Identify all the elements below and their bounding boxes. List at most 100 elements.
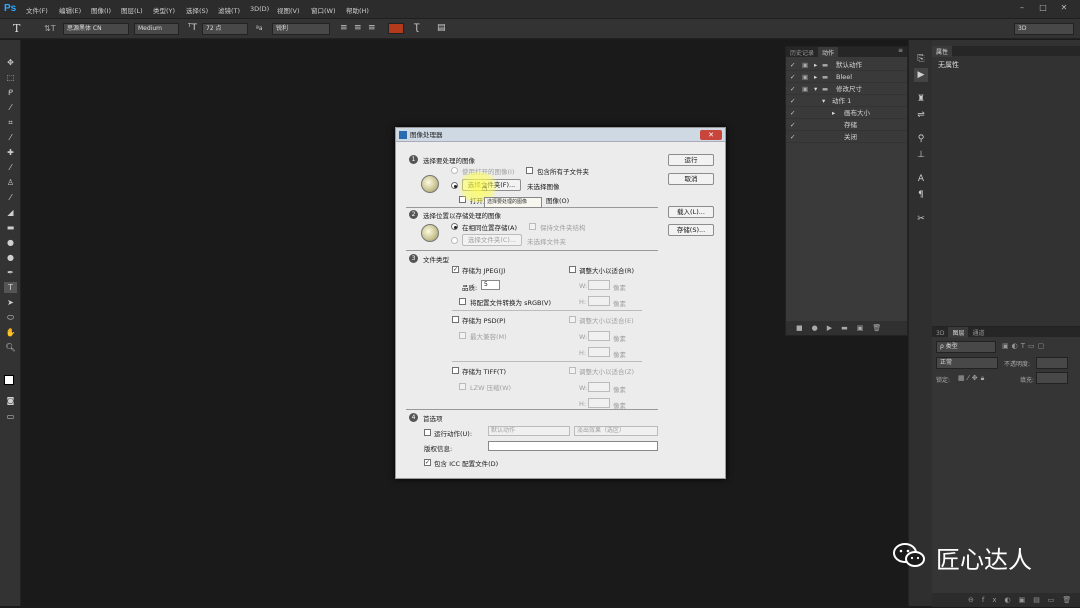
menu-3d[interactable]: 3D(D) bbox=[250, 5, 269, 13]
menu-select[interactable]: 选择(S) bbox=[186, 5, 208, 15]
type-tool-icon-active[interactable]: T bbox=[4, 282, 17, 293]
select-save-folder-button[interactable]: 选择文件夹(C)... bbox=[462, 234, 522, 246]
menu-window[interactable]: 窗口(W) bbox=[311, 5, 336, 15]
panel-menu-icon[interactable]: ≡ bbox=[898, 47, 907, 54]
crop-tool-icon[interactable]: ⌗ bbox=[4, 117, 17, 128]
tab-channels[interactable]: 通道 bbox=[968, 327, 988, 338]
gradient-tool-icon[interactable]: ▬ bbox=[4, 222, 17, 233]
select-save-folder-radio[interactable] bbox=[451, 237, 458, 244]
srgb-checkbox[interactable] bbox=[459, 298, 466, 305]
tiff-width-input[interactable] bbox=[588, 382, 610, 392]
marquee-tool-icon[interactable]: ⬚ bbox=[4, 72, 17, 83]
menu-edit[interactable]: 编辑(E) bbox=[59, 5, 81, 15]
fill-input[interactable] bbox=[1036, 372, 1068, 384]
properties-panel-icon[interactable]: ⇌ bbox=[914, 108, 928, 122]
resize-psd-checkbox[interactable] bbox=[569, 316, 576, 323]
load-button[interactable]: 载入(L)... bbox=[668, 206, 714, 218]
tab-3d[interactable]: 3D bbox=[932, 329, 948, 338]
minimize-icon[interactable]: – bbox=[1016, 3, 1028, 14]
dialog-close-button[interactable]: ✕ bbox=[700, 130, 722, 140]
action-row[interactable]: ✓ 关闭 bbox=[786, 131, 907, 143]
dodge-tool-icon[interactable]: ● bbox=[4, 252, 17, 263]
keep-structure-checkbox[interactable] bbox=[529, 223, 536, 230]
foreground-color-swatch[interactable] bbox=[4, 375, 14, 385]
menu-file[interactable]: 文件(F) bbox=[26, 5, 48, 15]
layer-filter-icons[interactable]: ▣◐T▭▢ bbox=[1002, 342, 1047, 350]
panels-icon[interactable]: ▤ bbox=[437, 23, 446, 33]
paragraph-panel-icon[interactable]: ¶ bbox=[914, 188, 928, 202]
eraser-tool-icon[interactable]: ◢ bbox=[4, 207, 17, 218]
max-compat-checkbox[interactable] bbox=[459, 332, 466, 339]
antialias-select[interactable]: 锐利 bbox=[272, 23, 330, 35]
action-row[interactable]: ✓ ▾ 动作 1 bbox=[786, 95, 907, 107]
actions-panel-icon[interactable]: ▶ bbox=[914, 68, 928, 82]
tool-presets-icon[interactable]: ✂ bbox=[914, 212, 928, 226]
tiff-height-input[interactable] bbox=[588, 398, 610, 408]
cancel-button[interactable]: 取消 bbox=[668, 173, 714, 185]
brush-tool-icon[interactable]: ⁄ bbox=[4, 162, 17, 173]
menu-type[interactable]: 类型(Y) bbox=[153, 5, 175, 15]
hand-tool-icon[interactable]: ✋ bbox=[4, 327, 17, 338]
font-style-select[interactable]: Medium bbox=[134, 23, 179, 35]
run-button[interactable]: 运行 bbox=[668, 154, 714, 166]
include-subfolders-checkbox[interactable] bbox=[526, 167, 533, 174]
zoom-tool-icon[interactable]: 🔍︎ bbox=[4, 342, 17, 353]
quick-select-tool-icon[interactable]: ⁄ bbox=[4, 102, 17, 113]
menu-filter[interactable]: 滤镜(T) bbox=[218, 5, 240, 15]
action-set-select[interactable]: 默认动作 bbox=[488, 426, 570, 436]
workspace-select[interactable]: 3D bbox=[1014, 23, 1074, 35]
history-brush-tool-icon[interactable]: ⁄ bbox=[4, 192, 17, 203]
resize-tiff-checkbox[interactable] bbox=[569, 367, 576, 374]
align-center-icon[interactable]: ≡ bbox=[354, 23, 362, 33]
brush-panel-icon[interactable]: ⚲ bbox=[914, 132, 928, 146]
lasso-tool-icon[interactable]: ᑭ bbox=[4, 87, 17, 98]
psd-width-input[interactable] bbox=[588, 331, 610, 341]
quick-mask-icon[interactable]: ◙ bbox=[4, 395, 17, 406]
text-color-swatch[interactable] bbox=[388, 23, 404, 34]
align-left-icon[interactable]: ≡ bbox=[340, 23, 348, 33]
use-open-images-radio[interactable] bbox=[451, 167, 458, 174]
action-row[interactable]: ✓ 存储 bbox=[786, 119, 907, 131]
path-select-tool-icon[interactable]: ➤ bbox=[4, 297, 17, 308]
warp-text-icon[interactable]: Ʈ bbox=[414, 23, 420, 33]
menu-layer[interactable]: 图层(L) bbox=[121, 5, 143, 15]
blend-mode-select[interactable]: 正常 bbox=[936, 357, 998, 369]
save-tiff-checkbox[interactable] bbox=[452, 367, 459, 374]
history-panel-icon[interactable]: ⎘ bbox=[914, 52, 928, 66]
actions-bottom-toolbar[interactable]: ■●▶▬▣🗑︎ bbox=[786, 321, 907, 335]
action-row[interactable]: ✓ ▣ ▸ ▬ Bleel bbox=[786, 71, 907, 83]
lzw-checkbox[interactable] bbox=[459, 383, 466, 390]
save-psd-checkbox[interactable] bbox=[452, 316, 459, 323]
healing-tool-icon[interactable]: ✚ bbox=[4, 147, 17, 158]
adjust-panel-icon[interactable]: ♜ bbox=[914, 92, 928, 106]
clone-source-icon[interactable]: ⊥ bbox=[914, 148, 928, 162]
quality-input[interactable]: 5 bbox=[481, 280, 500, 290]
same-location-radio[interactable] bbox=[451, 223, 458, 230]
icc-checkbox[interactable]: ✓ bbox=[424, 459, 431, 466]
eyedropper-tool-icon[interactable]: ⁄ bbox=[4, 132, 17, 143]
menu-help[interactable]: 帮助(H) bbox=[346, 5, 369, 15]
menu-view[interactable]: 视图(V) bbox=[277, 5, 300, 15]
character-panel-icon[interactable]: A bbox=[914, 172, 928, 186]
opacity-input[interactable] bbox=[1036, 357, 1068, 369]
jpeg-height-input[interactable] bbox=[588, 296, 610, 306]
menu-image[interactable]: 图像(I) bbox=[91, 5, 111, 15]
save-jpeg-checkbox[interactable]: ✓ bbox=[452, 266, 459, 273]
close-icon[interactable]: ✕ bbox=[1058, 3, 1070, 14]
layer-kind-filter[interactable]: ρ 类型 bbox=[936, 341, 996, 353]
layers-bottom-toolbar[interactable]: ⊖fx◐▣▤▭🗑︎ bbox=[932, 593, 1080, 607]
copyright-input[interactable] bbox=[488, 441, 658, 451]
lock-icons[interactable]: ▦⁄✥🔒︎ bbox=[958, 374, 987, 383]
action-row[interactable]: ✓ ▣ ▾ ▬ 修改尺寸 bbox=[786, 83, 907, 95]
screen-mode-icon[interactable]: ▭ bbox=[4, 411, 17, 422]
maximize-icon[interactable]: □ bbox=[1037, 3, 1049, 14]
stamp-tool-icon[interactable]: ♙ bbox=[4, 177, 17, 188]
font-size-select[interactable]: 72 点 bbox=[202, 23, 248, 35]
action-row[interactable]: ✓ ▣ ▸ ▬ 默认动作 bbox=[786, 59, 907, 71]
font-family-select[interactable]: 思源黑体 CN bbox=[63, 23, 129, 35]
tab-actions[interactable]: 动作 bbox=[818, 47, 839, 58]
action-row[interactable]: ✓ ▸ 画布大小 bbox=[786, 107, 907, 119]
align-right-icon[interactable]: ≡ bbox=[368, 23, 376, 33]
blur-tool-icon[interactable]: ● bbox=[4, 237, 17, 248]
type-tool-icon[interactable]: T bbox=[13, 22, 20, 35]
